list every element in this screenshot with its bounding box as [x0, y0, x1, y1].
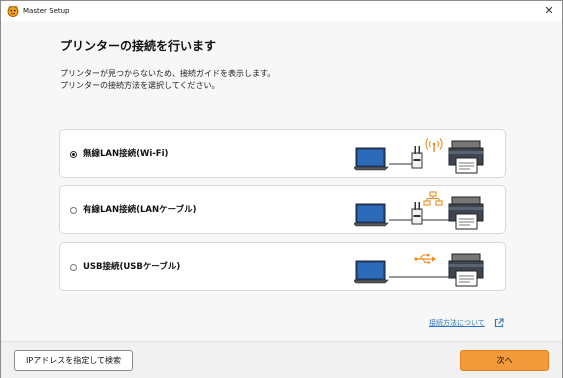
instruction-line-2: プリンターの接続方法を選択してください。	[60, 81, 220, 90]
app-icon	[7, 5, 19, 17]
router-icon	[411, 202, 423, 225]
master-setup-window: Master Setup ✕ プリンターの接続を行います プリンターが見つからな…	[0, 0, 563, 378]
close-button[interactable]: ✕	[542, 4, 556, 18]
instruction-line-1: プリンターが見つからないため、接続ガイドを表示します。	[60, 69, 276, 78]
radio-wired-lan[interactable]	[70, 207, 77, 214]
title-bar: Master Setup ✕	[1, 1, 562, 21]
laptop-icon	[354, 260, 389, 284]
footer-bar: IPアドレスを指定して検索 次へ	[1, 341, 562, 378]
option-usb[interactable]: USB接続(USBケーブル)	[59, 242, 506, 291]
printer-icon	[448, 253, 484, 287]
printer-icon	[448, 196, 484, 230]
network-icon	[423, 191, 443, 206]
instruction-text: プリンターが見つからないため、接続ガイドを表示します。 プリンターの接続方法を選…	[60, 68, 275, 92]
laptop-icon	[354, 147, 389, 171]
router-icon	[411, 146, 423, 169]
option-label-wired-lan: 有線LAN接続(LANケーブル)	[83, 205, 197, 215]
laptop-icon	[354, 203, 389, 227]
search-by-ip-button[interactable]: IPアドレスを指定して検索	[14, 350, 133, 371]
external-link-icon[interactable]	[494, 318, 504, 328]
radio-wireless-lan[interactable]	[70, 151, 77, 158]
wifi-signal-icon	[425, 138, 443, 152]
printer-icon	[448, 140, 484, 174]
wireless-connection-illustration	[354, 138, 484, 174]
usb-connection-illustration	[354, 253, 484, 287]
option-label-usb: USB接続(USBケーブル)	[83, 262, 181, 272]
option-label-wireless-lan: 無線LAN接続(Wi-Fi)	[83, 149, 169, 159]
usb-icon	[414, 253, 436, 264]
option-wired-lan[interactable]: 有線LAN接続(LANケーブル)	[59, 185, 506, 234]
wired-connection-illustration	[354, 191, 484, 230]
page-title: プリンターの接続を行います	[60, 39, 217, 53]
window-title: Master Setup	[23, 7, 70, 15]
radio-usb[interactable]	[70, 264, 77, 271]
connection-help-link[interactable]: 接続方法について	[429, 318, 485, 328]
next-button[interactable]: 次へ	[460, 350, 549, 371]
option-wireless-lan[interactable]: 無線LAN接続(Wi-Fi)	[59, 129, 506, 178]
